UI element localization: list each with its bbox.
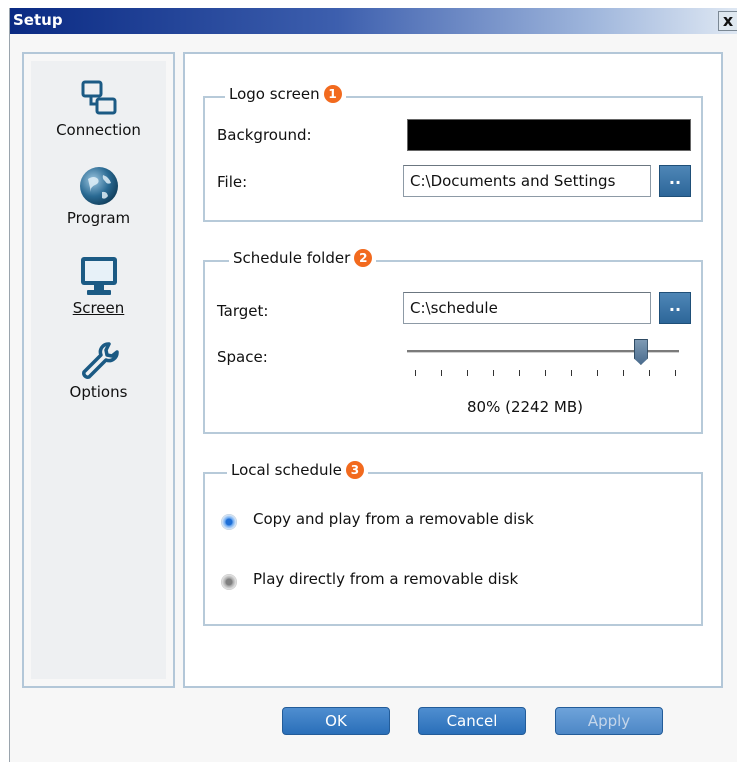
wrench-icon bbox=[81, 342, 119, 379]
monitor-icon bbox=[80, 257, 117, 295]
settings-panel: Logo screen 1 Background: File: C:\Docum… bbox=[183, 52, 723, 688]
sidebar: Connection Program Screen Options bbox=[22, 52, 175, 688]
sidebar-item-label: Program bbox=[66, 209, 131, 227]
background-color-picker[interactable] bbox=[407, 119, 691, 151]
local-schedule-group: Local schedule 3 Copy and play from a re… bbox=[203, 461, 703, 626]
sidebar-item-label: Screen bbox=[72, 299, 125, 317]
space-slider-thumb[interactable] bbox=[633, 339, 648, 365]
logo-screen-legend: Logo screen 1 bbox=[225, 85, 346, 103]
connection-icon bbox=[81, 80, 116, 115]
globe-icon bbox=[79, 167, 118, 205]
sidebar-item-program[interactable]: Program bbox=[31, 165, 166, 227]
copy-and-play-label[interactable]: Copy and play from a removable disk bbox=[253, 510, 534, 528]
group-title: Logo screen bbox=[229, 85, 320, 103]
sidebar-inner: Connection Program Screen Options bbox=[31, 61, 166, 679]
copy-and-play-radio[interactable] bbox=[221, 514, 237, 530]
step-badge: 1 bbox=[323, 85, 342, 103]
target-browse-button[interactable]: .. bbox=[659, 292, 691, 324]
group-title: Local schedule bbox=[231, 461, 342, 479]
step-badge: 3 bbox=[345, 461, 364, 479]
space-value: 80% (2242 MB) bbox=[467, 398, 583, 416]
slider-tick bbox=[519, 370, 520, 376]
play-directly-label[interactable]: Play directly from a removable disk bbox=[253, 570, 518, 588]
space-label: Space: bbox=[217, 348, 268, 366]
slider-tick bbox=[649, 370, 650, 376]
target-folder-field[interactable]: C:\schedule bbox=[403, 292, 651, 324]
schedule-folder-group: Schedule folder 2 Target: C:\schedule ..… bbox=[203, 249, 703, 434]
cancel-button[interactable]: Cancel bbox=[418, 707, 526, 735]
sidebar-item-label: Options bbox=[69, 383, 128, 401]
sidebar-item-screen[interactable]: Screen bbox=[31, 255, 166, 317]
logo-screen-group: Logo screen 1 Background: File: C:\Docum… bbox=[203, 85, 703, 222]
file-browse-button[interactable]: .. bbox=[659, 165, 691, 197]
target-label: Target: bbox=[217, 302, 269, 320]
slider-tick bbox=[467, 370, 468, 376]
background-label: Background: bbox=[217, 126, 312, 144]
play-directly-radio[interactable] bbox=[221, 574, 237, 590]
local-schedule-legend: Local schedule 3 bbox=[227, 461, 368, 479]
sidebar-item-options[interactable]: Options bbox=[31, 341, 166, 401]
slider-tick bbox=[623, 370, 624, 376]
slider-tick bbox=[597, 370, 598, 376]
slider-tick bbox=[675, 370, 676, 376]
close-icon: x bbox=[722, 11, 734, 30]
sidebar-item-label: Connection bbox=[56, 121, 141, 139]
step-badge: 2 bbox=[354, 249, 373, 267]
window-title: Setup bbox=[13, 11, 63, 29]
schedule-folder-legend: Schedule folder 2 bbox=[229, 249, 377, 267]
slider-tick bbox=[571, 370, 572, 376]
apply-button[interactable]: Apply bbox=[555, 707, 663, 735]
slider-tick bbox=[441, 370, 442, 376]
slider-tick bbox=[493, 370, 494, 376]
sidebar-item-connection[interactable]: Connection bbox=[31, 79, 166, 139]
file-path-field[interactable]: C:\Documents and Settings bbox=[403, 165, 651, 197]
ok-button[interactable]: OK bbox=[282, 707, 390, 735]
group-title: Schedule folder bbox=[233, 249, 351, 267]
slider-tick bbox=[545, 370, 546, 376]
title-bar[interactable]: Setup x bbox=[10, 8, 737, 34]
slider-tick bbox=[415, 370, 416, 376]
close-button[interactable]: x bbox=[718, 11, 737, 31]
file-label: File: bbox=[217, 173, 248, 191]
